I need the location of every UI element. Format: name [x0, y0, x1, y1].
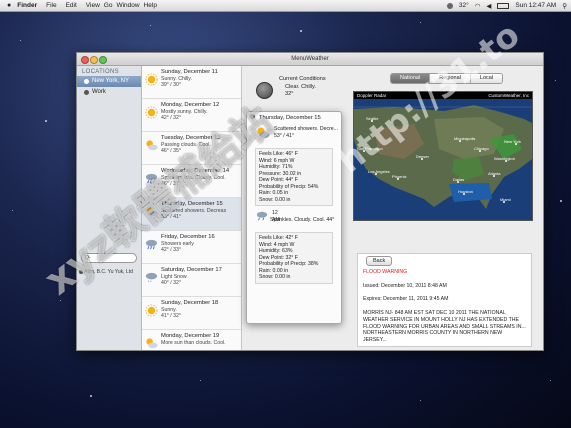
forecast-desc: More sun than clouds. Cool.	[161, 339, 226, 346]
location-item-new-york[interactable]: New York, NY	[77, 76, 141, 87]
detail-snow: Snow: 0.00 in	[259, 274, 291, 280]
map-city-label: Chicago	[474, 146, 489, 151]
weather-alert-panel: Back FLOOD WARNING Issued: December 10, …	[357, 253, 532, 347]
volume-icon[interactable]: ◀	[486, 2, 491, 10]
forecast-temp: 40° / 32°	[161, 280, 182, 286]
menubar-clock[interactable]: Sun 12:47 AM	[515, 2, 556, 9]
partly-cloudy-icon	[146, 140, 158, 151]
night-header: 12 AM Sprinkles. Cloudy. Cool. 44°	[256, 210, 334, 223]
map-city-label: Houston	[458, 189, 473, 194]
location-label: New York, NY	[92, 78, 130, 84]
alert-title: FLOOD WARNING	[363, 269, 408, 275]
popover-desc: Scattered showers. Decre...	[274, 126, 339, 132]
map-city-label: Minneapolis	[454, 136, 476, 141]
wifi-icon[interactable]: ◠	[475, 2, 481, 10]
forecast-day[interactable]: Friday, December 16 Showers early 42° / 33…	[142, 231, 241, 264]
forecast-day[interactable]: Sunday, December 18 Sunny. 41° / 32°	[142, 297, 241, 330]
location-item-work[interactable]: Work	[77, 87, 141, 98]
map-city-label: Atlanta	[488, 171, 501, 176]
current-heading: Current Conditions	[279, 76, 326, 82]
sun-icon	[145, 73, 158, 86]
alert-issued: Issued: December 10, 2011 8:48 AM	[363, 283, 447, 289]
map-city-label: Miami	[500, 197, 511, 202]
apple-icon[interactable]: ●	[7, 2, 11, 9]
minimize-window-button[interactable]	[90, 56, 98, 64]
menu-window[interactable]: Window	[116, 2, 139, 9]
menu-go[interactable]: Go	[104, 2, 113, 9]
forecast-date: Friday, December 16	[161, 234, 215, 240]
weather-menu-icon[interactable]	[446, 2, 453, 9]
forecast-temp: 39° / 30°	[161, 82, 182, 88]
current-desc: Clear. Chilly.	[285, 83, 316, 90]
detail-snow: Snow: 0.00 in	[259, 196, 291, 203]
map-city-label: Denver	[416, 154, 429, 159]
map-city-label: New York	[504, 139, 521, 144]
snow-icon: * *	[145, 272, 158, 284]
sun-icon	[145, 106, 158, 119]
location-dot-icon	[84, 79, 89, 84]
battery-icon[interactable]	[497, 2, 510, 9]
svg-text:* *: * *	[148, 280, 152, 284]
back-button[interactable]: Back	[366, 256, 393, 266]
alert-body: MORRIS NJ- 848 AM EST SAT DEC 10 2011 TH…	[363, 310, 526, 344]
map-city-label: Los Angeles	[368, 169, 390, 174]
zoom-window-button[interactable]	[99, 56, 107, 64]
day-details: Feels Like: 46° F Wind: 6 mph W Humidity…	[255, 148, 333, 206]
forecast-temp: 41° / 32°	[161, 313, 182, 319]
menu-edit[interactable]: Edit	[66, 2, 77, 9]
window-title: MenuWeather	[291, 56, 329, 62]
current-temp: 32°	[285, 91, 294, 97]
forecast-date: Monday, December 12	[161, 102, 220, 108]
current-conditions: Current Conditions Clear. Chilly. 32°	[242, 66, 350, 106]
forecast-day[interactable]: * * Saturday, December 17 Light Snow 40° /…	[142, 264, 241, 297]
partly-cloudy-icon	[146, 338, 158, 349]
forecast-temp: 42° / 33°	[161, 247, 182, 253]
menu-view[interactable]: View	[86, 2, 100, 9]
menu-app-finder[interactable]: Finder	[17, 2, 37, 9]
menu-help[interactable]: Help	[144, 2, 157, 9]
forecast-date: Monday, December 19	[161, 333, 220, 339]
forecast-date: Saturday, December 17	[161, 267, 222, 273]
forecast-day[interactable]: Monday, December 19 More sun than clouds.…	[142, 330, 241, 350]
night-details: Feels Like: 42° F Wind: 4 mph W Humidity…	[255, 232, 333, 284]
rain-icon	[256, 211, 268, 221]
map-right-label: CustomWeather, Inc	[488, 93, 529, 98]
forecast-day[interactable]: Sunday, December 11 Sunny. Chilly. 39° / 3…	[142, 66, 241, 99]
menu-bar: ● Finder File Edit View Go Window Help 3…	[0, 0, 571, 12]
forecast-date: Sunday, December 18	[161, 300, 219, 306]
menu-file[interactable]: File	[46, 2, 56, 9]
forecast-date: Sunday, December 11	[161, 69, 218, 75]
location-label: Work	[92, 89, 106, 95]
menubar-temperature[interactable]: 32°	[459, 2, 469, 9]
map-city-label: Phoenix	[392, 174, 407, 179]
map-left-label: Doppler Radar	[357, 93, 387, 98]
map-city-label: Dallas	[453, 177, 465, 182]
sun-icon	[145, 304, 158, 317]
moon-icon	[256, 82, 273, 99]
location-dot-icon	[84, 90, 89, 95]
spotlight-icon[interactable]: ⚲	[562, 2, 567, 10]
close-window-button[interactable]	[81, 56, 89, 64]
alert-expires: Expires: December 11, 2011 9:45 AM	[363, 296, 449, 302]
popover-temp: 53° / 41°	[274, 132, 295, 139]
locations-header: LOCATIONS	[82, 69, 119, 75]
night-desc: Sprinkles. Cloudy. Cool. 44°	[270, 217, 335, 223]
map-city-label: Washington	[494, 156, 515, 161]
